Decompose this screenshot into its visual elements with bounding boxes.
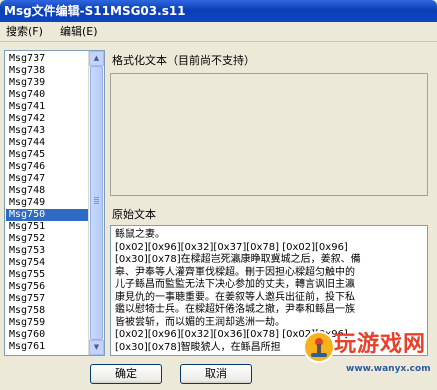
scroll-down-button[interactable]: ▼: [89, 340, 104, 355]
list-item[interactable]: Msg746: [6, 161, 91, 173]
raw-text-line: 鲧鼠之妻。: [115, 229, 165, 240]
list-item[interactable]: Msg749: [6, 197, 91, 209]
thumb-grip: [94, 199, 99, 200]
raw-text-line: 康見仇的一事聴重要。在姜叙等人邀兵出征前，投下私: [115, 291, 355, 303]
list-item[interactable]: Msg742: [6, 113, 91, 125]
thumb-grip: [94, 201, 99, 202]
list-item[interactable]: Msg757: [6, 293, 91, 305]
list-item[interactable]: Msg744: [6, 137, 91, 149]
message-list[interactable]: Msg737 Msg738 Msg739 Msg740 Msg741 Msg742 Msg7…: [4, 50, 105, 356]
list-item[interactable]: Msg761: [6, 341, 91, 353]
list-item[interactable]: Msg752: [6, 233, 91, 245]
raw-text-line: [0x02][0x96][0x32][0x37][0x78] [0x02][0x…: [115, 241, 348, 253]
formatted-text-box: [110, 73, 428, 196]
raw-text-line: 儿子鲧昌而監監无法下决心参加的丈夫，轉言讽旧主瀛: [115, 279, 355, 290]
scroll-up-button[interactable]: ▲: [89, 51, 104, 66]
list-item[interactable]: Msg754: [6, 257, 91, 269]
list-item[interactable]: Msg758: [6, 305, 91, 317]
menu-search[interactable]: 搜索(F): [6, 24, 43, 39]
raw-text-line: 鑑以慰犄士兵。在樑超奸倦洛城之撤，尹奉和鲧昌一族: [115, 304, 355, 315]
list-item[interactable]: Msg741: [6, 101, 91, 113]
raw-text-label: 原始文本: [112, 208, 156, 221]
list-item[interactable]: Msg738: [6, 65, 91, 77]
thumb-grip: [94, 197, 99, 198]
menu-edit[interactable]: 编辑(E): [60, 24, 98, 39]
list-scrollbar[interactable]: ▲ ▼: [88, 51, 104, 355]
watermark-text: 玩游戏网: [334, 332, 427, 357]
list-item[interactable]: Msg740: [6, 89, 91, 101]
list-item[interactable]: Msg756: [6, 281, 91, 293]
watermark-url: www.wanyx.com: [346, 364, 431, 374]
raw-text-line: 皆被尝斩，而以媚的王润却逃洲一劫。: [115, 316, 285, 328]
scroll-thumb[interactable]: [90, 66, 103, 340]
list-item[interactable]: Msg751: [6, 221, 91, 233]
list-item[interactable]: Msg753: [6, 245, 91, 257]
formatted-text-label: 格式化文本（目前尚不支持）: [112, 54, 255, 67]
list-item[interactable]: Msg755: [6, 269, 91, 281]
watermark-logo: 玩游戏网 www.wanyx.com: [300, 328, 437, 390]
list-item[interactable]: Msg748: [6, 185, 91, 197]
window-title: Msg文件编辑-S11MSG03.s11: [4, 4, 186, 18]
raw-text-line: [0x30][0x78]智畯猇人，在鲧昌所担: [115, 341, 281, 353]
list-item[interactable]: Msg759: [6, 317, 91, 329]
list-item[interactable]: Msg750: [6, 209, 91, 221]
ok-button[interactable]: 确定: [90, 364, 162, 384]
list-item[interactable]: Msg743: [6, 125, 91, 137]
menu-bar: 搜索(F) 编辑(E): [0, 22, 437, 42]
list-item[interactable]: Msg760: [6, 329, 91, 341]
list-item[interactable]: Msg737: [6, 53, 91, 65]
raw-text-line: [0x30][0x78]在樑超岂死瀛康睁取冀城之后，姜叙、備: [115, 254, 361, 265]
joystick-icon: [303, 331, 335, 363]
cancel-button[interactable]: 取消: [180, 364, 252, 384]
thumb-grip: [94, 203, 99, 204]
title-bar: Msg文件编辑-S11MSG03.s11: [0, 0, 437, 22]
raw-text-line: 皋、尹奉等人灌齊軍伐樑超。刪于因担心樑超匀触中的: [115, 266, 355, 278]
list-item[interactable]: Msg739: [6, 77, 91, 89]
list-item[interactable]: Msg745: [6, 149, 91, 161]
list-item[interactable]: Msg747: [6, 173, 91, 185]
